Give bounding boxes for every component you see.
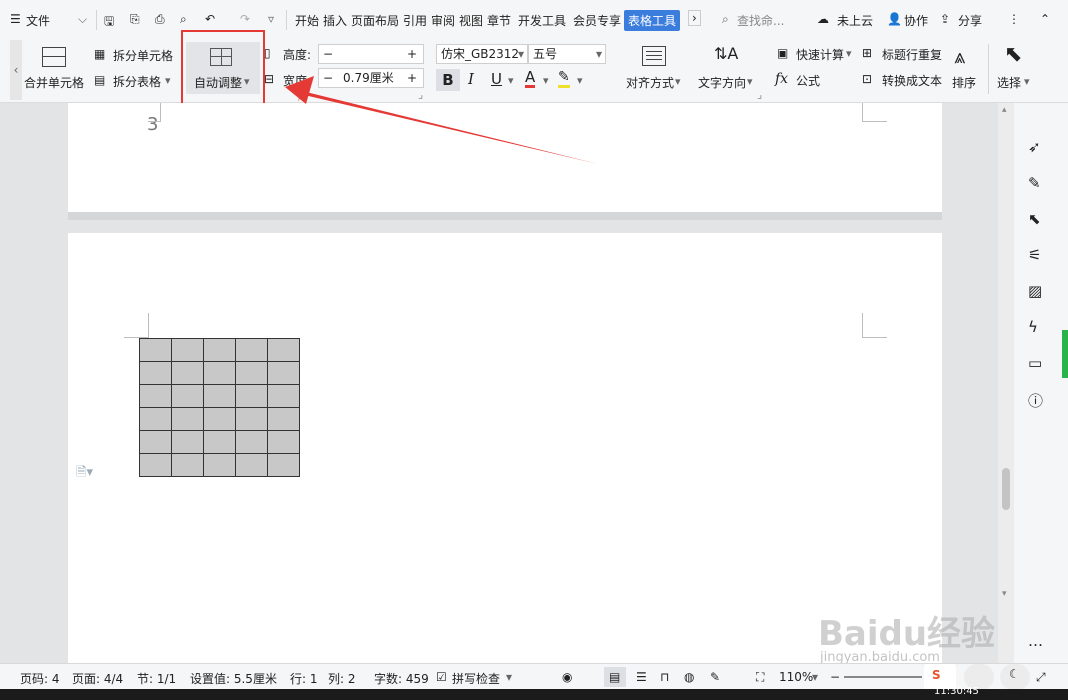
status-bar: 页码: 4 页面: 4/4 节: 1/1 设置值: 5.5厘米 行: 1 列: … xyxy=(0,663,1068,690)
status-col: 列: 2 xyxy=(328,672,356,686)
pen-icon[interactable]: ✎ xyxy=(1028,174,1046,192)
taskbar-clock: 11:30:45 xyxy=(934,686,979,697)
side-tab[interactable] xyxy=(1062,330,1068,378)
scroll-up-icon[interactable]: ▴ xyxy=(1002,105,1007,115)
spell-check-button[interactable]: 拼写检查 xyxy=(452,670,500,687)
taskbar: 11:30:45 xyxy=(0,686,1068,700)
zoom-out-button[interactable]: − xyxy=(830,670,840,684)
book-search-icon[interactable]: ▭ xyxy=(1028,354,1046,372)
scroll-down-icon[interactable]: ▾ xyxy=(1002,589,1007,599)
status-word-count[interactable]: 字数: 459 xyxy=(374,670,429,687)
fullscreen-icon[interactable]: ⤢ xyxy=(1036,670,1046,685)
scrollbar-thumb[interactable] xyxy=(1002,468,1010,510)
vertical-scrollbar[interactable]: ▴ ▾ xyxy=(998,103,1014,663)
image-icon[interactable]: ▨ xyxy=(1028,282,1046,300)
status-setting[interactable]: 设置值: 5.5厘米 xyxy=(190,670,277,687)
sogou-icon: S xyxy=(932,668,941,682)
zoom-level[interactable]: 110% xyxy=(779,670,813,684)
status-page-code[interactable]: 页码: 4 xyxy=(20,670,60,687)
zoom-slider[interactable] xyxy=(844,676,922,678)
eye-protection-icon[interactable]: ◉ xyxy=(562,670,572,684)
chevron-down-icon[interactable]: ▾ xyxy=(506,670,512,684)
rocket-icon[interactable]: ➶ xyxy=(1028,138,1046,156)
more-icon[interactable]: … xyxy=(1028,632,1046,650)
write-view-icon[interactable]: ✎ xyxy=(710,670,720,684)
status-page[interactable]: 页面: 4/4 xyxy=(72,670,123,687)
watermark-brand: Baidu经验 xyxy=(818,614,996,654)
reading-view-icon[interactable]: ⊓ xyxy=(660,670,669,684)
adjust-icon[interactable]: ⚟ xyxy=(1028,246,1046,264)
arrow-body xyxy=(290,81,598,164)
status-section[interactable]: 节: 1/1 xyxy=(137,670,176,687)
annotation-arrow xyxy=(285,76,598,164)
arrow-head xyxy=(285,76,314,104)
night-mode-toggle[interactable]: ☾ xyxy=(1000,664,1030,690)
chevron-down-icon[interactable]: ▾ xyxy=(812,670,818,684)
lightning-icon[interactable]: ϟ xyxy=(1028,318,1046,336)
cursor-icon[interactable]: ⬉ xyxy=(1028,210,1046,228)
help-icon[interactable]: ⓘ xyxy=(1028,390,1046,410)
fit-page-icon[interactable]: ⛶ xyxy=(756,670,764,685)
status-row: 行: 1 xyxy=(290,672,318,686)
spell-check-icon: ☑ xyxy=(436,670,447,684)
web-view-icon[interactable]: ◍ xyxy=(684,670,694,684)
page-view-icon[interactable]: ▤ xyxy=(609,670,620,684)
moon-icon: ☾ xyxy=(1009,667,1020,681)
outline-view-icon[interactable]: ☰ xyxy=(636,670,647,684)
